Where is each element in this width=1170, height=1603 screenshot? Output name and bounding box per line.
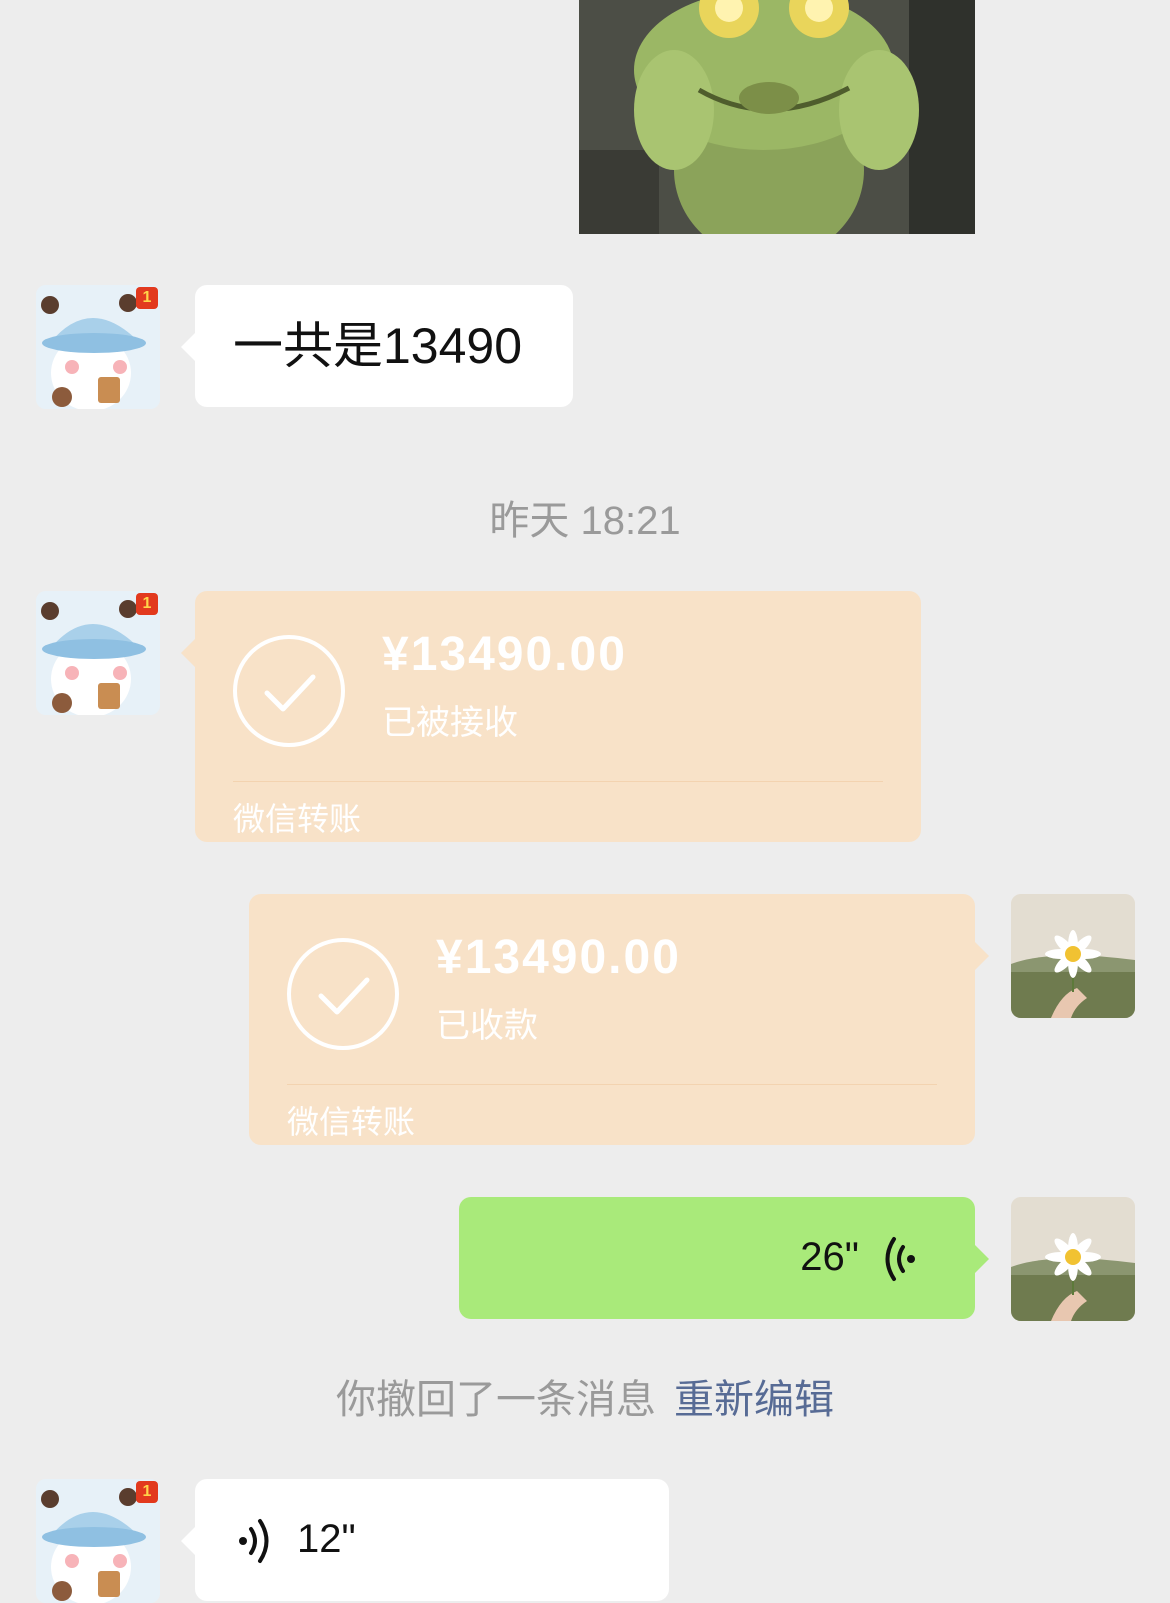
voice-message-bubble[interactable]: 26" — [459, 1197, 989, 1319]
re-edit-link[interactable]: 重新编辑 — [674, 1378, 834, 1422]
transfer-amount: ¥13490.00 — [382, 628, 627, 681]
transfer-footer: 微信转账 — [287, 1104, 416, 1140]
contact-avatar[interactable]: 1 — [36, 1479, 160, 1603]
voice-duration: 26" — [800, 1235, 859, 1279]
contact-avatar[interactable]: 1 — [36, 285, 160, 409]
daisy-avatar-icon — [1011, 1197, 1135, 1321]
transfer-status: 已被接收 — [382, 704, 518, 742]
my-avatar[interactable] — [1011, 1197, 1135, 1321]
message-text: 一共是13490 — [233, 318, 523, 374]
bubble-tail — [181, 1527, 195, 1555]
text-message-bubble[interactable]: 一共是13490 — [181, 285, 573, 407]
frog-figurine-image — [579, 0, 975, 234]
voice-duration: 12" — [297, 1517, 356, 1561]
transfer-amount: ¥13490.00 — [436, 931, 681, 984]
unread-badge: 1 — [136, 593, 158, 615]
bubble-tail — [181, 333, 195, 361]
check-circle-icon — [233, 635, 345, 747]
timestamp-label: 昨天 18:21 — [489, 499, 681, 543]
check-circle-icon — [287, 938, 399, 1050]
bubble-tail — [975, 1245, 989, 1273]
unread-badge: 1 — [136, 1481, 158, 1503]
transfer-footer: 微信转账 — [233, 801, 362, 837]
unread-badge: 1 — [136, 287, 158, 309]
my-avatar[interactable] — [1011, 894, 1135, 1018]
daisy-avatar-icon — [1011, 894, 1135, 1018]
voice-wave-icon — [885, 1237, 915, 1281]
bubble-tail — [975, 942, 989, 970]
voice-wave-icon — [239, 1519, 269, 1563]
transfer-message-bubble[interactable]: ¥13490.00 已收款 微信转账 — [249, 894, 989, 1145]
recall-notice: 你撤回了一条消息 重新编辑 — [0, 1367, 1170, 1425]
transfer-message-bubble[interactable]: ¥13490.00 已被接收 微信转账 — [181, 591, 921, 842]
voice-message-bubble[interactable]: 12" — [181, 1479, 669, 1601]
transfer-divider — [233, 781, 883, 782]
bubble-tail — [181, 639, 195, 667]
recall-text: 你撤回了一条消息 — [336, 1378, 656, 1422]
frog-photo-message[interactable] — [579, 0, 975, 234]
transfer-status: 已收款 — [436, 1007, 538, 1045]
transfer-divider — [287, 1084, 937, 1085]
contact-avatar[interactable]: 1 — [36, 591, 160, 715]
